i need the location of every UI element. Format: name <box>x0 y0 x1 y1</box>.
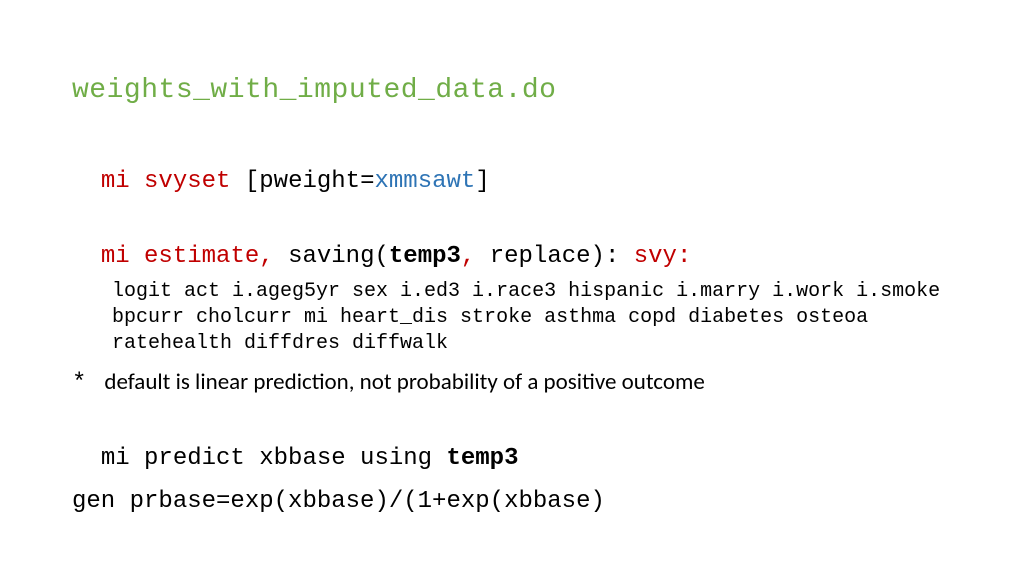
text-replace: replace): <box>490 243 634 270</box>
arg-temp3: temp3 <box>446 445 518 472</box>
sep-comma2: , <box>461 243 490 270</box>
comment-text: default is linear prediction, not probab… <box>104 367 704 398</box>
code-block-logit: logit act i.ageg5yr sex i.ed3 i.race3 hi… <box>72 279 952 357</box>
arg-temp3: temp3 <box>389 243 461 270</box>
text-bracket-close: ] <box>475 168 489 195</box>
text-saving-open: saving( <box>288 243 389 270</box>
var-xmmsawt: xmmsawt <box>374 168 475 195</box>
code-line-gen: gen prbase=exp(xbbase)/(1+exp(xbbase) <box>72 486 952 518</box>
slide-title: weights_with_imputed_data.do <box>72 72 952 110</box>
text-predict: mi predict xbbase using <box>101 445 447 472</box>
keyword-mi: mi <box>101 243 144 270</box>
comment-star: * <box>72 368 86 400</box>
keyword-svy: svy: <box>634 243 692 270</box>
keyword-svyset: svyset <box>144 168 230 195</box>
keyword-estimate: estimate <box>144 243 259 270</box>
code-line-predict: mi predict xbbase using temp3 <box>72 411 952 476</box>
keyword-mi: mi <box>101 168 144 195</box>
sep-comma: , <box>259 243 288 270</box>
code-line-estimate: mi estimate, saving(temp3, replace): svy… <box>72 209 952 274</box>
text-bracket-open: [pweight= <box>230 168 374 195</box>
code-line-svyset: mi svyset [pweight=xmmsawt] <box>72 134 952 199</box>
comment-line: * default is linear prediction, not prob… <box>72 367 952 400</box>
